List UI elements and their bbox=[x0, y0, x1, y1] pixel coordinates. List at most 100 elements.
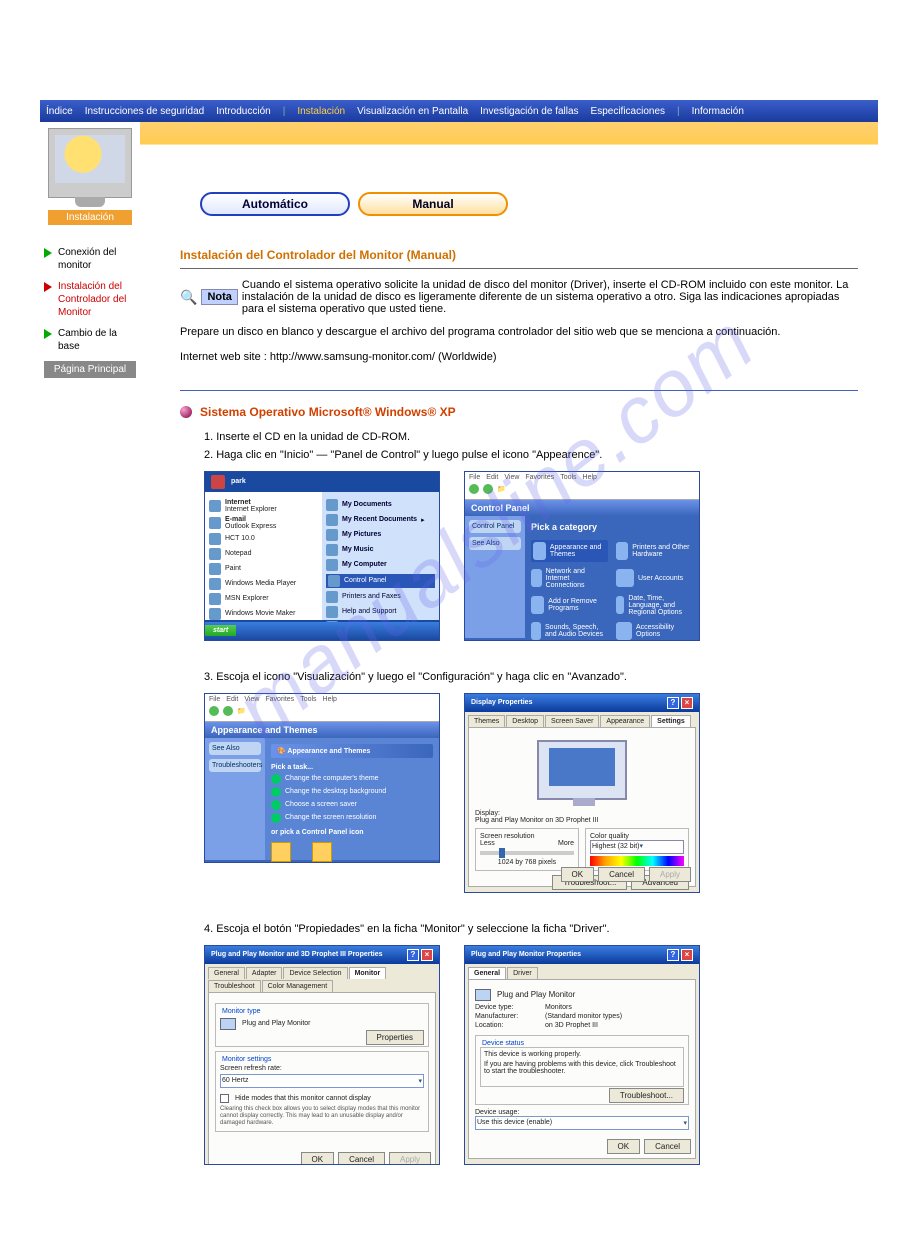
cancel-button[interactable]: Cancel bbox=[338, 1152, 385, 1165]
task-item[interactable]: Change the desktop background bbox=[271, 787, 433, 797]
sidebar-item-active[interactable]: Instalación del Controlador del Monitor bbox=[44, 280, 136, 319]
help-icon[interactable]: ? bbox=[407, 949, 419, 961]
ok-button[interactable]: OK bbox=[607, 1139, 641, 1154]
category-icon bbox=[531, 569, 542, 587]
tab-automatic[interactable]: Automático bbox=[200, 192, 350, 216]
home-button[interactable]: Página Principal bbox=[44, 361, 136, 378]
nav-item[interactable]: Índice bbox=[46, 106, 73, 117]
category-item[interactable]: Appearance and Themes bbox=[531, 540, 608, 562]
close-icon[interactable]: × bbox=[681, 697, 693, 709]
nav-item-active[interactable]: Instalación bbox=[297, 106, 345, 117]
main-content: Instalación del Controlador del Monitor … bbox=[140, 232, 878, 1195]
ok-button[interactable]: OK bbox=[301, 1152, 335, 1165]
folder-icon bbox=[326, 499, 338, 511]
tab[interactable]: Appearance bbox=[600, 715, 650, 727]
category-icon bbox=[616, 622, 632, 640]
back-icon[interactable] bbox=[469, 484, 479, 494]
tab-active[interactable]: General bbox=[468, 967, 506, 979]
help-icon[interactable]: ? bbox=[667, 697, 679, 709]
category-icon bbox=[531, 596, 544, 614]
nav-item[interactable]: Investigación de fallas bbox=[480, 106, 578, 117]
tab[interactable]: Driver bbox=[507, 967, 538, 979]
color-quality-select[interactable]: Highest (32 bit)▾ bbox=[590, 840, 684, 854]
help-icon[interactable]: ? bbox=[667, 949, 679, 961]
cancel-button[interactable]: Cancel bbox=[644, 1139, 691, 1154]
task-item[interactable]: Change the computer's theme bbox=[271, 774, 433, 784]
device-usage-select[interactable]: Use this device (enable)▾ bbox=[475, 1116, 689, 1130]
printer-icon bbox=[326, 591, 338, 603]
category-item[interactable]: Add or Remove Programs bbox=[531, 595, 608, 616]
nav-item[interactable]: Visualización en Pantalla bbox=[357, 106, 468, 117]
start-button[interactable]: start bbox=[205, 625, 236, 636]
cancel-button[interactable]: Cancel bbox=[598, 867, 645, 882]
user-name: park bbox=[231, 478, 246, 485]
app-icon bbox=[209, 578, 221, 590]
back-icon[interactable] bbox=[209, 706, 219, 716]
display-icon[interactable]: Display bbox=[271, 842, 294, 863]
computer-icon bbox=[326, 559, 338, 571]
tab-manual[interactable]: Manual bbox=[358, 192, 508, 216]
tab-active[interactable]: Monitor bbox=[349, 967, 387, 979]
nav-item[interactable]: Introducción bbox=[216, 106, 270, 117]
app-icon bbox=[209, 563, 221, 575]
side-panel: Troubleshooters bbox=[209, 759, 261, 772]
tab[interactable]: Troubleshoot bbox=[208, 980, 261, 992]
properties-button[interactable]: Properties bbox=[366, 1030, 424, 1045]
group-title: Monitor settings bbox=[220, 1056, 273, 1063]
magnifier-icon: 🔍 bbox=[180, 287, 197, 307]
tab[interactable]: Device Selection bbox=[283, 967, 347, 979]
tab[interactable]: Desktop bbox=[506, 715, 544, 727]
tab[interactable]: Adapter bbox=[246, 967, 283, 979]
apply-button[interactable]: Apply bbox=[389, 1152, 431, 1165]
refresh-rate-select[interactable]: 60 Hertz▾ bbox=[220, 1074, 424, 1088]
task-item[interactable]: Change the screen resolution bbox=[271, 813, 433, 823]
step-2: 2. Haga clic en "Inicio" — "Panel de Con… bbox=[204, 449, 858, 461]
tab[interactable]: Screen Saver bbox=[545, 715, 599, 727]
category-item[interactable]: Accessibility Options bbox=[616, 622, 693, 640]
dialog-title: Plug and Play Monitor and 3D Prophet III… bbox=[211, 951, 383, 958]
forward-icon[interactable] bbox=[483, 484, 493, 494]
apply-button[interactable]: Apply bbox=[649, 867, 691, 882]
category-item[interactable]: User Accounts bbox=[616, 568, 693, 589]
task-item[interactable]: Choose a screen saver bbox=[271, 800, 433, 810]
nav-item[interactable]: Instrucciones de seguridad bbox=[85, 106, 205, 117]
category-item[interactable]: Printers and Other Hardware bbox=[616, 540, 693, 562]
troubleshoot-button[interactable]: Troubleshoot... bbox=[609, 1088, 684, 1103]
tab[interactable]: General bbox=[208, 967, 245, 979]
sidebar-label: Instalación del Controlador del Monitor bbox=[58, 280, 136, 319]
hide-modes-note: Clearing this check box allows you to se… bbox=[220, 1106, 424, 1128]
tab[interactable]: Themes bbox=[468, 715, 505, 727]
category-item[interactable]: Sounds, Speech, and Audio Devices bbox=[531, 622, 608, 640]
close-icon[interactable]: × bbox=[681, 949, 693, 961]
step-3: 3. Escoja el icono "Visualización" y lue… bbox=[204, 671, 858, 683]
tab-active[interactable]: Settings bbox=[651, 715, 691, 727]
sidebar-item[interactable]: Conexión del monitor bbox=[44, 246, 136, 272]
control-panel-item[interactable]: Control Panel bbox=[326, 574, 435, 588]
arrow-icon bbox=[271, 787, 281, 797]
control-panel-icon bbox=[328, 575, 340, 587]
hide-modes-checkbox[interactable] bbox=[220, 1094, 229, 1103]
sidebar-label: Conexión del monitor bbox=[58, 246, 136, 272]
triangle-icon bbox=[44, 248, 52, 258]
app-icon bbox=[209, 517, 221, 529]
ok-button[interactable]: OK bbox=[561, 867, 595, 882]
folders-icon[interactable]: 📁 bbox=[237, 707, 246, 715]
monitor-name: Plug and Play Monitor bbox=[242, 1020, 310, 1027]
folder-icon bbox=[326, 529, 338, 541]
forward-icon[interactable] bbox=[223, 706, 233, 716]
category-icon bbox=[533, 542, 546, 560]
nav-item[interactable]: Especificaciones bbox=[591, 106, 665, 117]
sidebar-item[interactable]: Cambio de la base bbox=[44, 327, 136, 353]
nav-item[interactable]: Información bbox=[692, 106, 744, 117]
close-icon[interactable]: × bbox=[421, 949, 433, 961]
site-url[interactable]: http://www.samsung-monitor.com/ (Worldwi… bbox=[270, 351, 497, 363]
app-icon bbox=[209, 548, 221, 560]
category-item[interactable]: Date, Time, Language, and Regional Optio… bbox=[616, 595, 693, 616]
folder-options-icon[interactable]: Folder Options bbox=[312, 842, 358, 863]
left-sidebar: Conexión del monitor Instalación del Con… bbox=[40, 232, 140, 1195]
folders-icon[interactable]: 📁 bbox=[497, 485, 506, 493]
tab[interactable]: Color Management bbox=[262, 980, 334, 992]
category-item[interactable]: Network and Internet Connections bbox=[531, 568, 608, 589]
resolution-slider[interactable] bbox=[480, 851, 574, 855]
folder-icon bbox=[326, 544, 338, 556]
